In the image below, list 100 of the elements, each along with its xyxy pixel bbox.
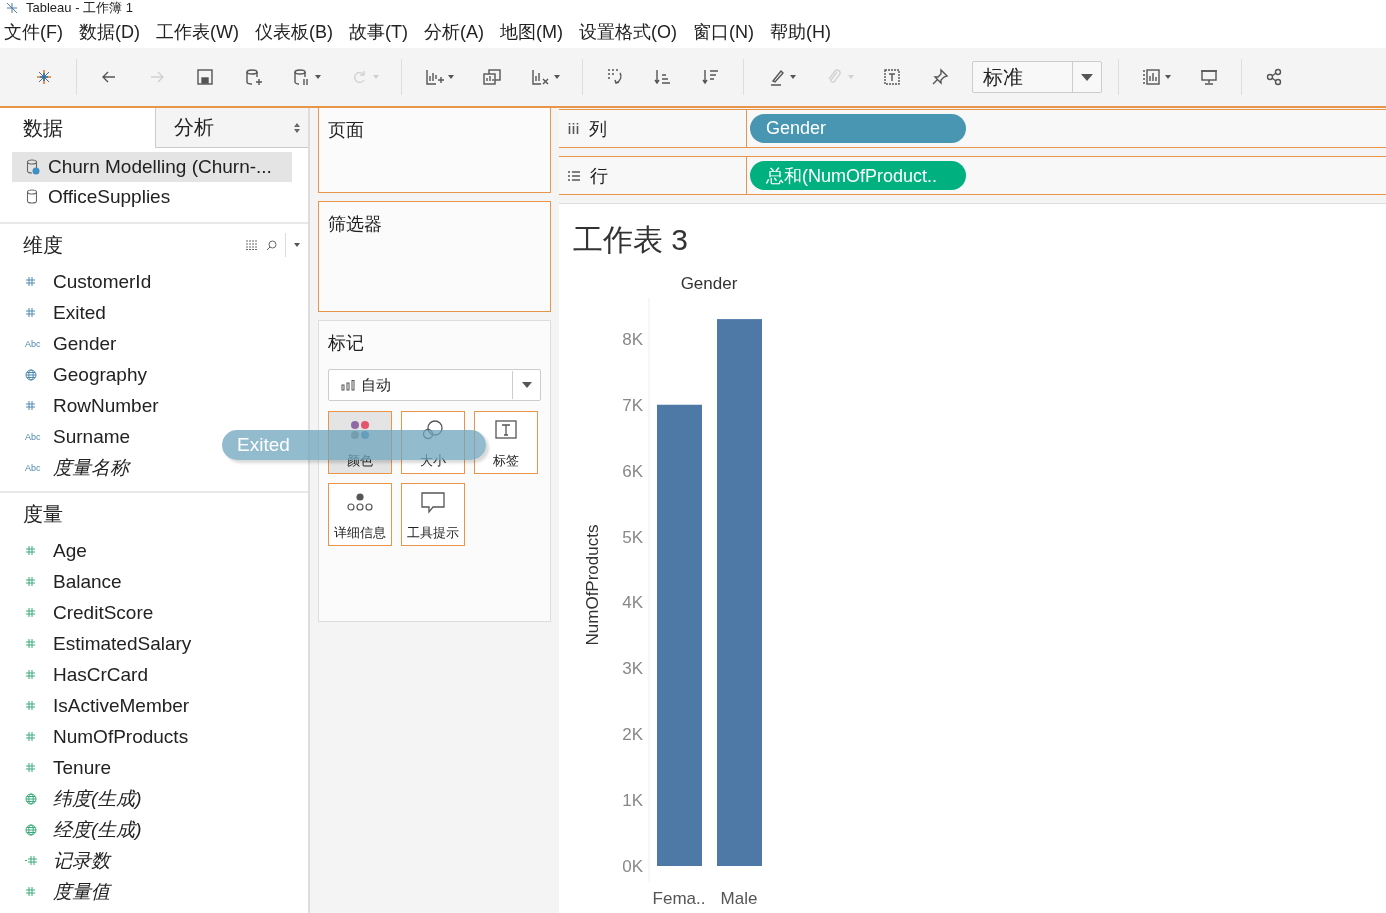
field-item[interactable]: RowNumber (53, 394, 159, 417)
columns-icon (568, 123, 579, 134)
category-label: Fema.. (652, 889, 706, 908)
number-icon (25, 607, 36, 618)
mark-type-dropdown[interactable]: 自动 (328, 369, 541, 401)
field-item[interactable]: 记录数 (53, 847, 110, 874)
globe-icon (25, 792, 37, 805)
axis-tick-label: 2K (622, 725, 643, 745)
card-title: 标记 (328, 332, 365, 355)
field-item[interactable]: 纬度(生成) (53, 785, 142, 812)
number-icon (25, 700, 36, 711)
presentation-icon[interactable] (1199, 67, 1219, 87)
field-item[interactable]: Tenure (53, 756, 112, 779)
card-title: 页面 (327, 119, 365, 142)
menu-item[interactable]: 故事(T) (348, 20, 408, 44)
number-icon (25, 545, 36, 556)
field-item[interactable]: CustomerId (53, 270, 152, 293)
new-chart-icon[interactable] (424, 67, 454, 87)
mark-property-button[interactable]: 工具提示 (401, 483, 465, 546)
axis-tick-label: 3K (622, 659, 643, 679)
field-item[interactable]: IsActiveMember (53, 694, 190, 717)
caret-icon[interactable] (294, 243, 300, 247)
text-type-icon: Abc (25, 338, 41, 349)
axis-title: NumOfProducts (583, 524, 602, 646)
axis-tick-label: 1K (622, 791, 643, 811)
column-header: Gender (680, 274, 738, 293)
bar-chart-icon (341, 379, 355, 391)
sidebar-tab[interactable]: 分析 (155, 108, 308, 148)
database-check-icon (26, 159, 40, 175)
field-item[interactable]: 经度(生成) (53, 816, 142, 843)
datasource-item[interactable]: OfficeSupplies (12, 182, 292, 212)
field-item[interactable]: Exited (53, 301, 106, 324)
number-icon (25, 307, 36, 318)
text-box-icon[interactable] (882, 67, 902, 87)
database-icon (26, 189, 40, 205)
number-icon (25, 669, 36, 680)
menu-item[interactable]: 帮助(H) (769, 20, 831, 44)
sort-descending-icon[interactable] (701, 67, 721, 87)
add-datasource-icon[interactable] (243, 67, 263, 87)
number-icon (25, 762, 36, 773)
field-item[interactable]: HasCrCard (53, 663, 149, 686)
field-item[interactable]: Balance (53, 570, 122, 593)
category-label: Male (720, 889, 758, 908)
menu-item[interactable]: 工作表(W) (156, 20, 239, 44)
axis-tick-label: 6K (622, 461, 643, 481)
axis-tick-label: 7K (622, 395, 643, 415)
menu-item[interactable]: 设置格式(O) (578, 20, 677, 44)
logo-icon[interactable] (34, 67, 54, 87)
text-icon (495, 420, 517, 440)
menu-item[interactable]: 仪表板(B) (254, 20, 333, 44)
sort-ascending-icon[interactable] (653, 67, 673, 87)
duplicate-icon[interactable] (482, 67, 502, 87)
menu-item[interactable]: 分析(A) (423, 20, 484, 44)
field-item[interactable]: EstimatedSalary (53, 632, 192, 655)
menu-item[interactable]: 文件(F) (4, 20, 63, 44)
list-view-icon[interactable] (246, 240, 258, 250)
menu-item[interactable]: 窗口(N) (692, 20, 754, 44)
menu-item[interactable]: 地图(M) (499, 20, 563, 44)
save-icon[interactable] (195, 67, 215, 87)
dots-icon (347, 492, 373, 512)
section-title: 度量 (23, 501, 64, 527)
database-pause-icon[interactable] (291, 67, 321, 87)
pin-icon[interactable] (930, 67, 950, 87)
axis-tick-label: 0K (622, 857, 643, 876)
number-icon (25, 855, 38, 866)
clear-chart-icon[interactable] (530, 67, 560, 87)
globe-icon (25, 368, 37, 381)
text-type-icon: Abc (25, 431, 41, 442)
globe-icon (25, 823, 37, 836)
menu-item[interactable]: 数据(D) (79, 20, 140, 44)
field-item[interactable]: NumOfProducts (53, 725, 189, 748)
field-item[interactable]: 度量值 (53, 878, 110, 905)
number-icon (25, 731, 36, 742)
number-icon (25, 638, 36, 649)
number-icon (25, 400, 36, 411)
axis-tick-label: 5K (622, 527, 643, 547)
speech-bubble-icon (421, 492, 445, 514)
field-item[interactable]: CreditScore (53, 601, 154, 624)
search-icon[interactable] (266, 239, 277, 251)
field-item[interactable]: Surname (53, 425, 131, 448)
share-icon[interactable] (1264, 67, 1284, 87)
card-title: 筛选器 (327, 213, 383, 236)
mark-property-button[interactable]: 详细信息 (328, 483, 392, 546)
text-type-icon: Abc (25, 462, 41, 473)
field-item[interactable]: Age (53, 539, 87, 562)
swap-icon[interactable] (605, 67, 625, 87)
field-item[interactable]: Geography (53, 363, 147, 386)
field-item[interactable]: 度量名称 (53, 454, 129, 481)
fit-dropdown[interactable]: 标准 (972, 61, 1102, 93)
field-item[interactable]: Gender (53, 332, 117, 355)
datasource-item[interactable]: Churn Modelling (Churn-... (12, 152, 292, 182)
axis-tick-label: 4K (622, 593, 643, 613)
mark-property-button[interactable]: 标签 (474, 411, 538, 474)
rows-icon (568, 170, 580, 181)
shelf-label: 列 (589, 117, 607, 141)
number-icon (25, 886, 36, 897)
axis-tick-label: 8K (622, 329, 643, 349)
shelf-label: 行 (590, 164, 608, 188)
number-icon (25, 576, 36, 587)
bar-chart-icon[interactable] (1141, 67, 1171, 87)
